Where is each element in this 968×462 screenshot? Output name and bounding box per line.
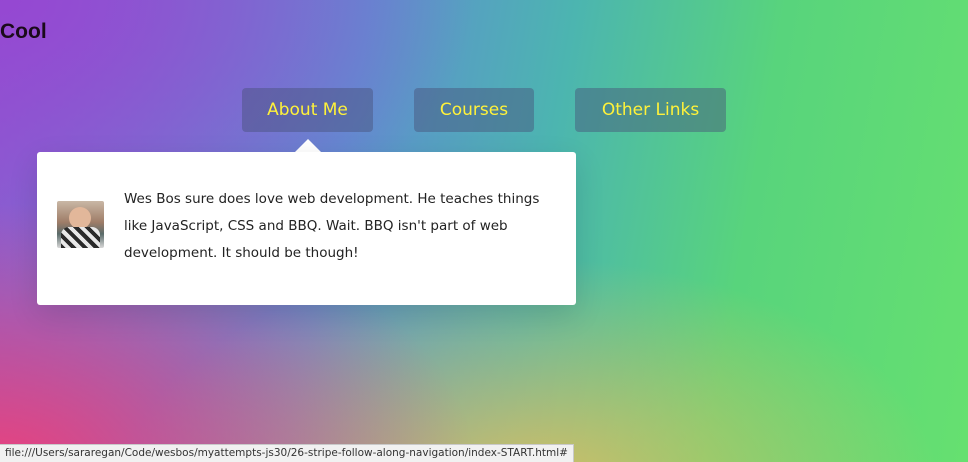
page-title: Cool — [0, 20, 47, 43]
avatar-face — [69, 207, 91, 229]
nav-item-about-me[interactable]: About Me — [242, 88, 373, 132]
dropdown-arrow — [295, 139, 321, 152]
avatar-shirt — [61, 227, 100, 248]
top-nav: About Me Courses Other Links — [0, 88, 968, 132]
nav-item-other-links[interactable]: Other Links — [575, 88, 726, 132]
nav-item-courses[interactable]: Courses — [414, 88, 534, 132]
avatar — [57, 201, 104, 248]
bio-text: Wes Bos sure does love web development. … — [124, 191, 540, 261]
status-bar-url: file:///Users/sararegan/Code/wesbos/myat… — [0, 444, 574, 462]
dropdown-panel: Wes Bos sure does love web development. … — [37, 152, 576, 305]
